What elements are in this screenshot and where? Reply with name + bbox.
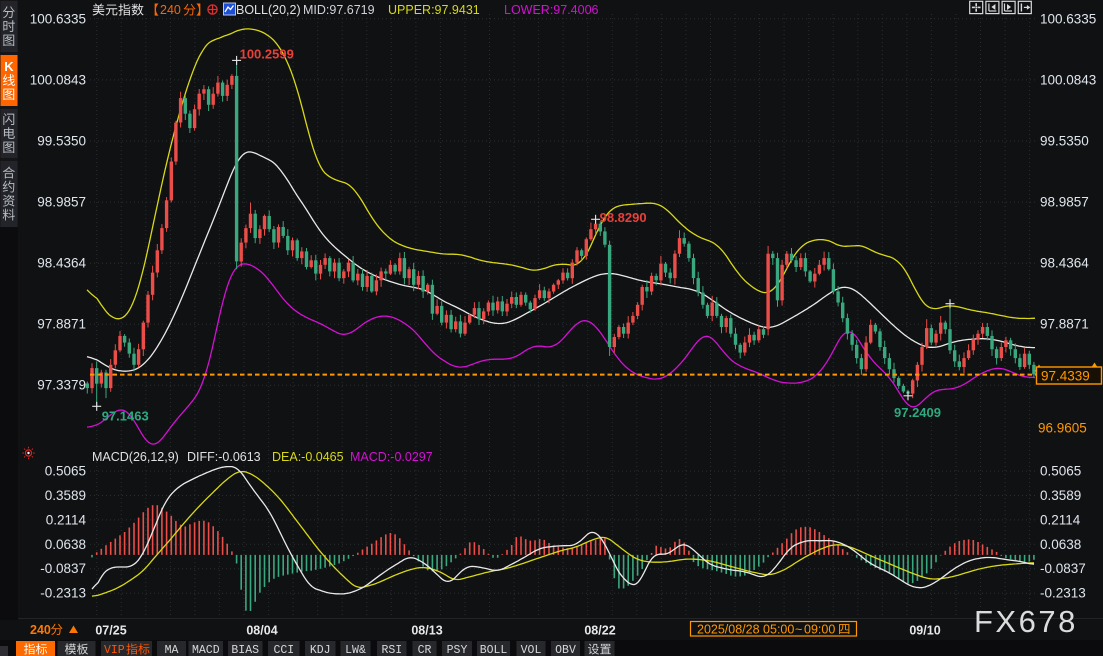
svg-text:07/25: 07/25 — [95, 624, 126, 638]
svg-text:98.4364: 98.4364 — [1040, 256, 1089, 271]
svg-text:08/13: 08/13 — [411, 624, 442, 638]
svg-text:VOL: VOL — [521, 644, 542, 656]
svg-text:K: K — [4, 59, 14, 74]
svg-text:DIFF:-0.0613: DIFF:-0.0613 — [187, 450, 261, 464]
svg-text:98.4364: 98.4364 — [37, 256, 86, 271]
svg-text:DEA:-0.0465: DEA:-0.0465 — [272, 450, 344, 464]
svg-text:~: ~ — [795, 623, 802, 637]
svg-text:100.6335: 100.6335 — [1040, 11, 1096, 26]
svg-text:98.9857: 98.9857 — [1040, 195, 1089, 210]
svg-text:MID:97.6719: MID:97.6719 — [303, 3, 375, 17]
svg-text:0.0638: 0.0638 — [45, 537, 86, 552]
svg-text:98.9857: 98.9857 — [37, 195, 86, 210]
svg-text:BIAS: BIAS — [231, 644, 259, 656]
svg-text:CR: CR — [418, 644, 432, 656]
svg-text:FX678: FX678 — [974, 604, 1078, 639]
svg-text:0.2114: 0.2114 — [46, 512, 87, 527]
svg-text:97.8871: 97.8871 — [1040, 317, 1089, 332]
svg-text:100.0843: 100.0843 — [1040, 72, 1096, 87]
svg-text:MACD: MACD — [192, 644, 220, 656]
svg-text:LW&: LW& — [345, 644, 366, 656]
svg-text:08/22: 08/22 — [584, 624, 615, 638]
svg-text:97.2409: 97.2409 — [894, 405, 941, 420]
svg-text:-0.2313: -0.2313 — [40, 586, 86, 601]
svg-text:98.8290: 98.8290 — [600, 210, 647, 225]
svg-text:MACD(26,12,9): MACD(26,12,9) — [92, 450, 179, 464]
svg-text:240: 240 — [160, 3, 181, 17]
svg-text:09/10: 09/10 — [909, 624, 940, 638]
svg-text:BOLL(20,2): BOLL(20,2) — [236, 3, 301, 17]
svg-text:OBV: OBV — [555, 644, 576, 656]
svg-text:97.8871: 97.8871 — [37, 317, 86, 332]
svg-text:MA: MA — [165, 644, 179, 656]
svg-text:0.5065: 0.5065 — [45, 464, 86, 479]
svg-text:BOLL: BOLL — [480, 644, 508, 656]
svg-text:VIP: VIP — [104, 644, 125, 656]
svg-text:97.1463: 97.1463 — [102, 409, 149, 424]
svg-text:KDJ: KDJ — [310, 644, 331, 656]
svg-text:-0.2313: -0.2313 — [1040, 586, 1086, 601]
svg-text:96.9605: 96.9605 — [1038, 421, 1087, 436]
svg-text:100.6335: 100.6335 — [30, 11, 86, 26]
svg-text:0.3589: 0.3589 — [45, 488, 86, 503]
svg-text:0.0638: 0.0638 — [1040, 537, 1081, 552]
svg-text:99.5350: 99.5350 — [1040, 134, 1089, 149]
svg-text:09:00: 09:00 — [804, 623, 835, 637]
svg-text:CCI: CCI — [273, 644, 294, 656]
svg-text:LOWER:97.4006: LOWER:97.4006 — [504, 3, 599, 17]
svg-text:08/04: 08/04 — [246, 624, 277, 638]
svg-text:MACD:-0.0297: MACD:-0.0297 — [350, 450, 433, 464]
svg-text:97.3379: 97.3379 — [37, 378, 86, 393]
svg-text:100.0843: 100.0843 — [30, 72, 86, 87]
svg-text:0.2114: 0.2114 — [1040, 512, 1081, 527]
svg-text:0.5065: 0.5065 — [1040, 464, 1081, 479]
svg-text:99.5350: 99.5350 — [37, 134, 86, 149]
svg-text:UPPER:97.9431: UPPER:97.9431 — [388, 3, 480, 17]
svg-text:240: 240 — [30, 623, 51, 637]
svg-text:-0.0837: -0.0837 — [1040, 561, 1086, 576]
svg-text:100.2599: 100.2599 — [240, 47, 294, 62]
svg-text:0.3589: 0.3589 — [1040, 488, 1081, 503]
svg-text:97.4339: 97.4339 — [1041, 369, 1090, 384]
svg-text:2025/08/28 05:00: 2025/08/28 05:00 — [697, 623, 794, 637]
svg-text:-0.0837: -0.0837 — [40, 561, 86, 576]
svg-text:RSI: RSI — [381, 644, 402, 656]
svg-text:PSY: PSY — [447, 644, 468, 656]
